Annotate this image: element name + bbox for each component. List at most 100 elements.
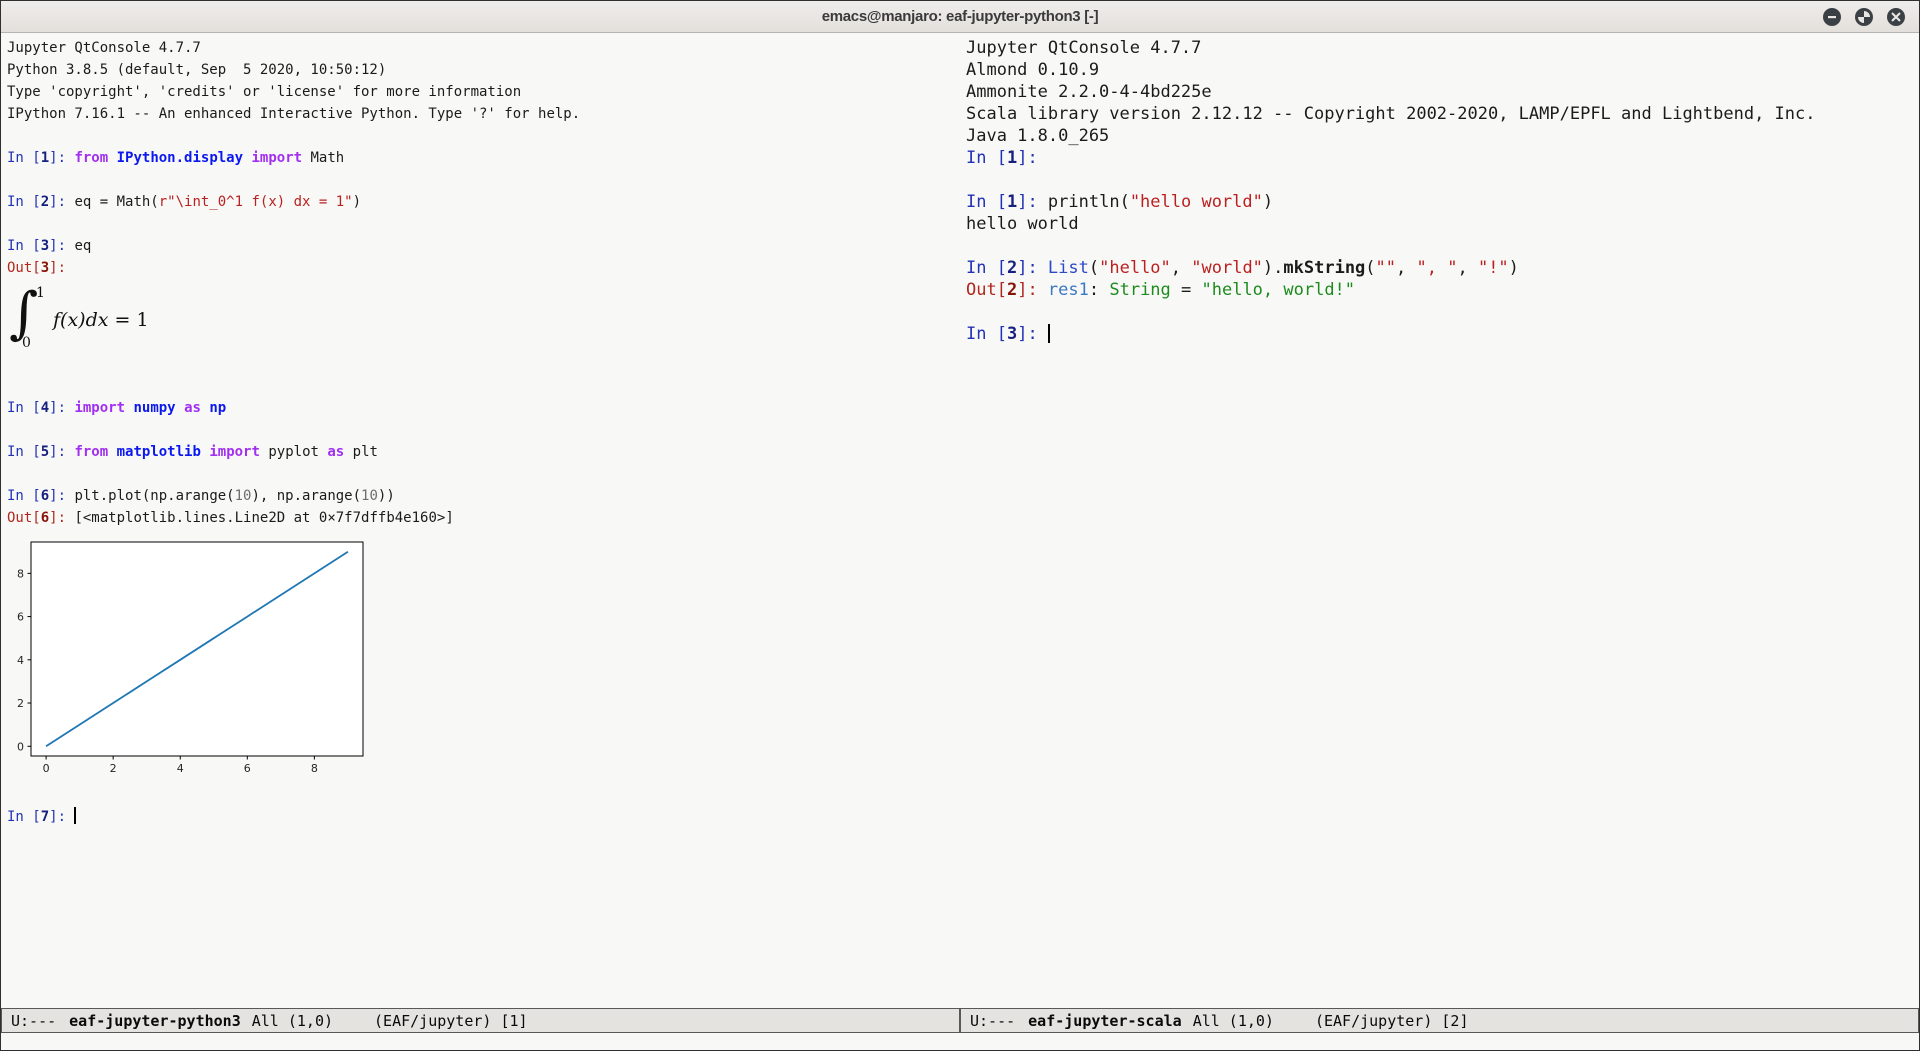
console-token [176, 400, 184, 416]
console-token: Almond 0.10.9 [966, 60, 1099, 80]
console-token: ( [1365, 258, 1375, 278]
console-line: Jupyter QtConsole 4.7.7 [7, 37, 960, 59]
console-token: 2 [1007, 280, 1017, 300]
scala-console[interactable]: Jupyter QtConsole 4.7.7Almond 0.10.9Ammo… [966, 37, 1919, 345]
console-token: println( [1048, 192, 1130, 212]
console-token: ). [1263, 258, 1283, 278]
console-line: Scala library version 2.12.12 -- Copyrig… [966, 103, 1919, 125]
minimize-button[interactable] [1823, 8, 1841, 26]
console-token: r"\int_0^1 f(x) dx = 1" [159, 194, 353, 210]
close-icon [1887, 8, 1905, 26]
text-cursor [74, 807, 76, 824]
console-token: 5 [41, 444, 49, 460]
console-line: Jupyter QtConsole 4.7.7 [966, 37, 1919, 59]
console-token: ", " [1417, 258, 1458, 278]
console-token: String [1109, 280, 1170, 300]
console-token: from [74, 444, 108, 460]
console-token: ]: [49, 444, 74, 460]
console-token: IPython.display [117, 150, 243, 166]
console-token: ), np.arange( [251, 488, 361, 504]
modeline-state: U:--- [970, 1012, 1015, 1030]
console-token: "hello, world!" [1202, 280, 1356, 300]
major-mode: (EAF/jupyter) [2] [1315, 1012, 1469, 1030]
console-token: In [ [7, 488, 41, 504]
equation-body: f(x)dx = 1 [53, 309, 149, 331]
console-token: ) [1509, 258, 1519, 278]
close-button[interactable] [1887, 8, 1905, 26]
modeline-scala[interactable]: U:--- eaf-jupyter-scala All (1,0) (EAF/j… [960, 1008, 1919, 1033]
console-token: Out[ [966, 280, 1007, 300]
console-token: Python 3.8.5 (default, Sep 5 2020, 10:50… [7, 62, 386, 78]
modeline-python[interactable]: U:--- eaf-jupyter-python3 All (1,0) (EAF… [1, 1008, 960, 1033]
console-token: hello world [966, 214, 1079, 234]
emacs-frame-body: Jupyter QtConsole 4.7.7 Python 3.8.5 (def… [1, 33, 1919, 1008]
maximize-icon [1855, 8, 1873, 26]
console-token: )) [378, 488, 395, 504]
console-line: In [6]: plt.plot(np.arange(10), np.arang… [7, 485, 960, 507]
echo-area[interactable] [1, 1033, 1919, 1051]
console-token: Jupyter QtConsole 4.7.7 [7, 40, 201, 56]
console-token: pyplot [260, 444, 327, 460]
console-token: import [74, 400, 125, 416]
console-token: "hello world" [1130, 192, 1263, 212]
svg-text:4: 4 [177, 762, 184, 775]
matplotlib-figure: 0246802468 [7, 536, 960, 784]
console-token: 3 [1007, 324, 1017, 344]
console-token: In [ [7, 194, 41, 210]
maximize-button[interactable] [1855, 8, 1873, 26]
console-line [966, 169, 1919, 191]
modelines: U:--- eaf-jupyter-python3 All (1,0) (EAF… [1, 1008, 1919, 1033]
console-token: 1 [1007, 192, 1017, 212]
console-line: Out[6]: [<matplotlib.lines.Line2D at 0×7… [7, 507, 960, 529]
buffer-position: All (1,0) [1193, 1012, 1274, 1030]
console-line: Python 3.8.5 (default, Sep 5 2020, 10:50… [7, 59, 960, 81]
console-token: plt.plot(np.arange( [74, 488, 234, 504]
emacs-window: emacs@manjaro: eaf-jupyter-python3 [-] [0, 0, 1920, 1051]
svg-text:8: 8 [17, 567, 24, 580]
console-token: 2 [1007, 258, 1017, 278]
python-console[interactable]: Jupyter QtConsole 4.7.7 Python 3.8.5 (def… [7, 37, 960, 828]
console-token: In [ [7, 150, 41, 166]
console-token: In [ [7, 809, 41, 825]
console-token: "" [1376, 258, 1396, 278]
console-token: ]: [1017, 258, 1048, 278]
console-token: 1 [41, 150, 49, 166]
console-line [966, 301, 1919, 323]
console-line: In [1]: println("hello world") [966, 191, 1919, 213]
titlebar[interactable]: emacs@manjaro: eaf-jupyter-python3 [-] [1, 1, 1919, 33]
console-token: 6 [41, 510, 49, 526]
buffer-position: All (1,0) [252, 1012, 333, 1030]
text-cursor [1048, 324, 1050, 343]
latex-equation-output: ∫10f(x)dx = 1 [9, 285, 329, 349]
svg-text:8: 8 [311, 762, 318, 775]
console-token: eq [74, 238, 91, 254]
console-token: In [ [7, 238, 41, 254]
console-line [7, 419, 960, 441]
console-line: hello world [966, 213, 1919, 235]
svg-text:2: 2 [17, 697, 24, 710]
console-token: 4 [41, 400, 49, 416]
console-token: , [1457, 258, 1477, 278]
major-mode: (EAF/jupyter) [1] [374, 1012, 528, 1030]
modeline-state: U:--- [11, 1012, 56, 1030]
console-token: Out[ [7, 260, 41, 276]
console-line [7, 463, 960, 485]
console-token: 3 [41, 260, 49, 276]
console-line [7, 213, 960, 235]
svg-text:0: 0 [17, 740, 24, 753]
console-token [108, 150, 116, 166]
console-token: Java 1.8.0_265 [966, 126, 1109, 146]
console-token: ]: [49, 194, 74, 210]
console-token: from [74, 150, 108, 166]
console-token: IPython 7.16.1 -- An enhanced Interactiv… [7, 106, 580, 122]
console-token [108, 444, 116, 460]
console-line: Java 1.8.0_265 [966, 125, 1919, 147]
console-token: ]: [49, 809, 74, 825]
console-token: [<matplotlib.lines.Line2D at 0×7f7dffb4e… [74, 510, 453, 526]
console-line [966, 235, 1919, 257]
console-token: res1 [1048, 280, 1089, 300]
console-token: import [209, 444, 260, 460]
console-token: In [ [966, 258, 1007, 278]
svg-text:2: 2 [110, 762, 117, 775]
console-token: , [1171, 258, 1191, 278]
